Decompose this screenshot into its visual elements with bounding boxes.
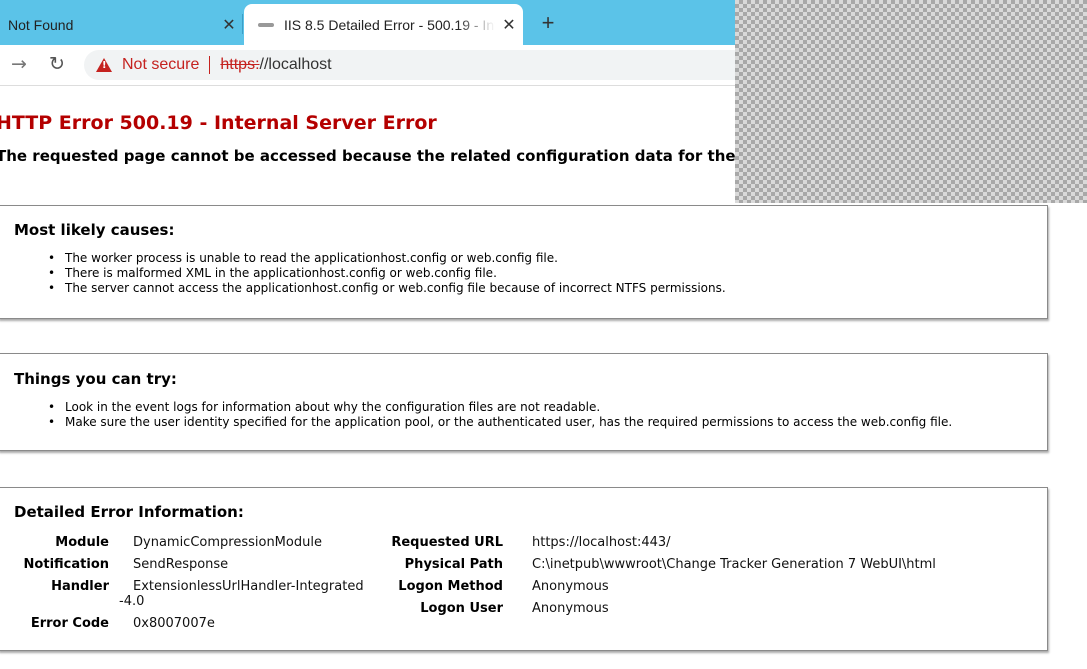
security-label[interactable]: Not secure	[122, 56, 199, 74]
tab-not-found[interactable]: Not Found ✕	[0, 4, 243, 45]
list-item: There is malformed XML in the applicatio…	[48, 266, 726, 281]
close-icon[interactable]: ✕	[215, 15, 243, 35]
detail-label-error-code: Error Code	[30, 616, 109, 631]
detail-value-handler-cont: -4.0	[119, 594, 145, 609]
page-subtitle: The requested page cannot be accessed be…	[0, 147, 736, 165]
forward-arrow-icon[interactable]: →	[6, 51, 32, 77]
favicon-icon	[258, 20, 274, 30]
detail-label-logon-user: Logon User	[420, 601, 503, 616]
details-heading: Detailed Error Information:	[14, 503, 244, 521]
try-panel: Things you can try: Look in the event lo…	[0, 353, 1048, 451]
list-item: Look in the event logs for information a…	[48, 400, 952, 415]
list-item: The server cannot access the application…	[48, 281, 726, 296]
try-list: Look in the event logs for information a…	[48, 400, 952, 430]
detail-value-handler: ExtensionlessUrlHandler-Integrated	[133, 579, 364, 594]
detail-label-logon-method: Logon Method	[398, 579, 503, 594]
detail-value-notification: SendResponse	[133, 557, 229, 572]
details-panel: Detailed Error Information: Module Dynam…	[0, 487, 1048, 651]
detail-label-handler: Handler	[51, 579, 109, 594]
reload-icon[interactable]: ↻	[44, 51, 70, 77]
page-title: HTTP Error 500.19 - Internal Server Erro…	[0, 112, 437, 134]
transparency-overlay	[735, 0, 1087, 203]
address-divider	[209, 56, 211, 74]
list-item: Make sure the user identity specified fo…	[48, 415, 952, 430]
warning-icon	[96, 58, 112, 72]
detail-value-module: DynamicCompressionModule	[133, 535, 322, 550]
causes-panel: Most likely causes: The worker process i…	[0, 205, 1048, 319]
try-heading: Things you can try:	[14, 370, 177, 388]
detail-label-physical-path: Physical Path	[404, 557, 503, 572]
tab-title: IIS 8.5 Detailed Error - 500.19 - Intern…	[284, 16, 495, 33]
detail-value-error-code: 0x8007007e	[133, 616, 215, 631]
address-bar[interactable]: Not secure https: //localhost	[84, 50, 744, 80]
tab-divider	[242, 14, 243, 34]
close-icon[interactable]: ✕	[495, 15, 523, 35]
causes-heading: Most likely causes:	[14, 221, 175, 239]
detail-label-requested-url: Requested URL	[391, 535, 503, 550]
list-item: The worker process is unable to read the…	[48, 251, 726, 266]
detail-value-logon-user: Anonymous	[532, 601, 609, 616]
tab-title: Not Found	[8, 16, 74, 33]
detail-label-notification: Notification	[23, 557, 109, 572]
url-host: //localhost	[259, 56, 332, 73]
new-tab-button[interactable]: +	[536, 8, 560, 38]
tab-strip: Not Found ✕ IIS 8.5 Detailed Error - 500…	[0, 0, 735, 45]
detail-value-requested-url: https://localhost:443/	[532, 535, 671, 550]
detail-value-physical-path: C:\inetpub\wwwroot\Change Tracker Genera…	[532, 557, 936, 572]
detail-value-logon-method: Anonymous	[532, 579, 609, 594]
url-scheme: https:	[220, 56, 260, 73]
tab-iis-error[interactable]: IIS 8.5 Detailed Error - 500.19 - Intern…	[244, 4, 523, 45]
causes-list: The worker process is unable to read the…	[48, 251, 726, 296]
detail-label-module: Module	[55, 535, 109, 550]
toolbar: → ↻ Not secure https: //localhost	[0, 45, 744, 86]
